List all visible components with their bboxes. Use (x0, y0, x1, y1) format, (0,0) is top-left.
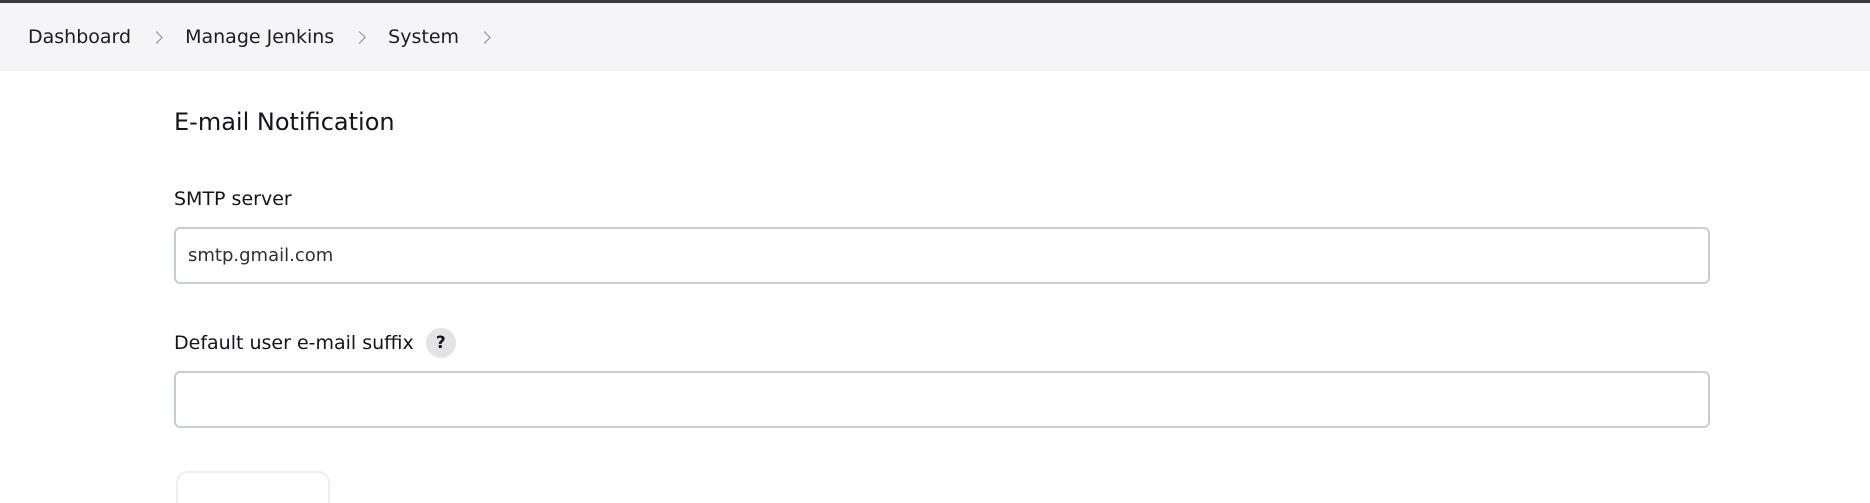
default-suffix-label: Default user e-mail suffix ? (174, 328, 456, 358)
default-suffix-label-text: Default user e-mail suffix (174, 332, 414, 354)
smtp-server-label: SMTP server (174, 188, 292, 210)
smtp-server-label-text: SMTP server (174, 188, 292, 210)
help-icon[interactable]: ? (425, 328, 456, 358)
breadcrumb: Dashboard Manage Jenkins System (0, 3, 1870, 71)
breadcrumb-item-system[interactable]: System (388, 26, 459, 48)
advanced-button[interactable] (176, 471, 330, 503)
chevron-right-icon[interactable] (354, 31, 366, 43)
section-title: E-mail Notification (174, 108, 395, 136)
breadcrumb-item-dashboard[interactable]: Dashboard (28, 26, 131, 48)
breadcrumb-item-manage-jenkins[interactable]: Manage Jenkins (185, 26, 334, 48)
default-suffix-input[interactable] (174, 371, 1710, 428)
chevron-right-icon[interactable] (151, 31, 163, 43)
chevron-right-icon[interactable] (479, 31, 491, 43)
smtp-server-input[interactable] (174, 227, 1710, 284)
